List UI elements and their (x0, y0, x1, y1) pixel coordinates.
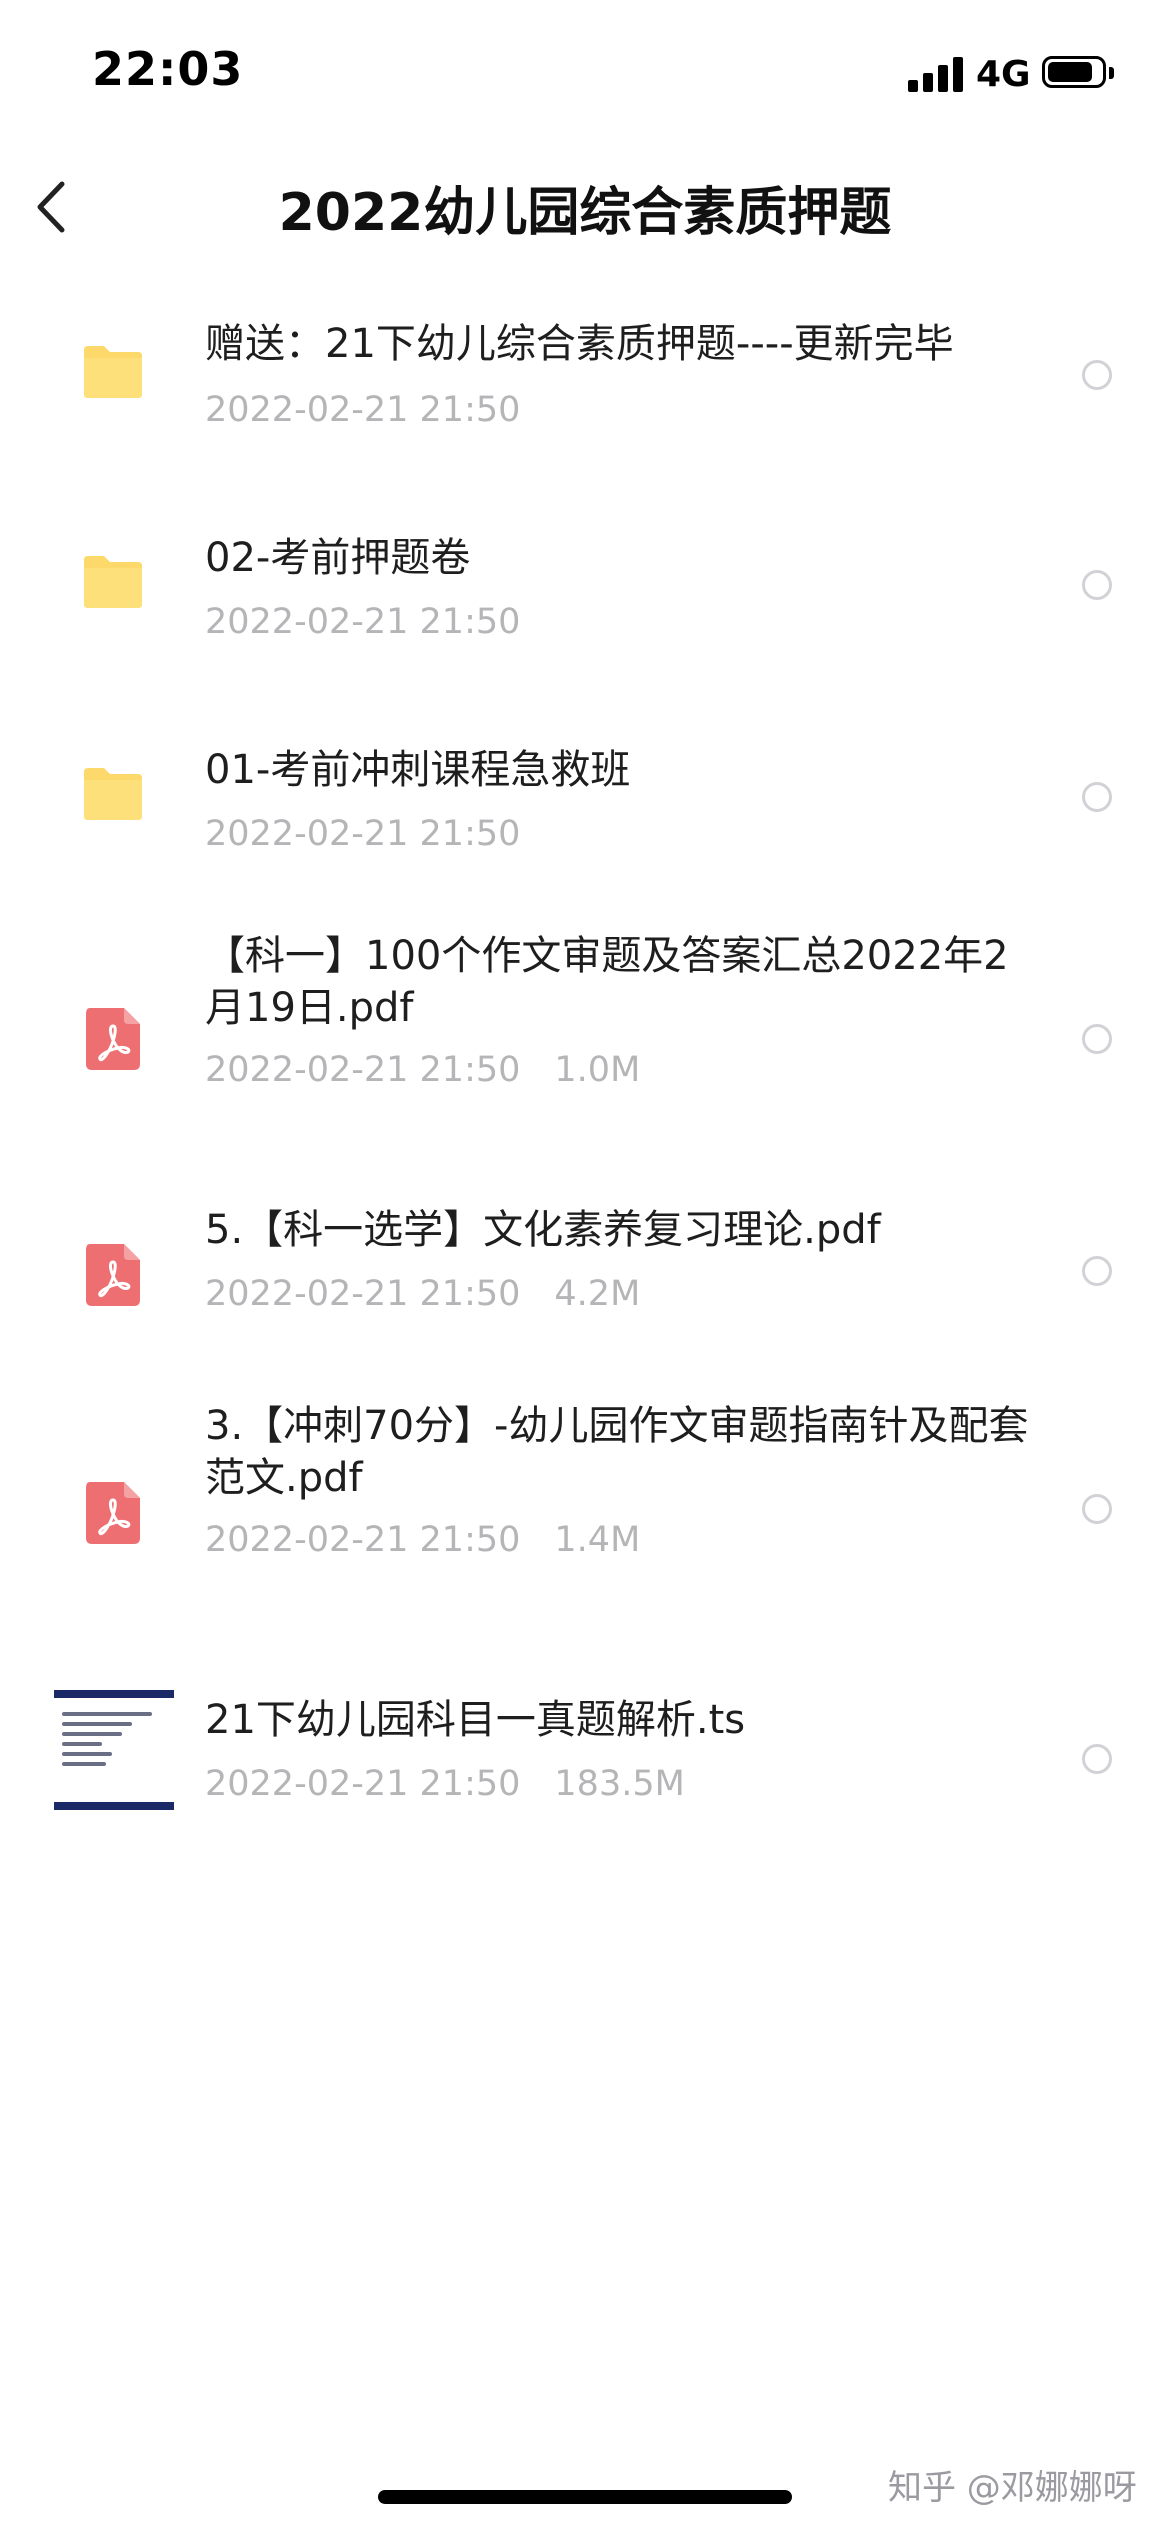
pdf-file-icon (86, 1482, 140, 1544)
video-thumbnail (54, 1690, 174, 1810)
file-size: 1.0M (554, 1050, 641, 1090)
file-meta: 2022-02-21 21:50 1.4M (205, 1520, 640, 1560)
pdf-file-icon (86, 1244, 140, 1306)
battery-icon (1042, 56, 1118, 94)
file-meta: 2022-02-21 21:50 (205, 814, 520, 854)
file-meta: 2022-02-21 21:50 4.2M (205, 1274, 640, 1314)
file-name: 01-考前冲刺课程急救班 (205, 747, 631, 793)
status-bar: 22:03 4G (0, 0, 1170, 150)
list-item-pdf[interactable]: 【科一】100个作文审题及答案汇总2022年2月19日.pdf 2022-02-… (0, 933, 1170, 1150)
file-name: 赠送：21下幼儿综合素质押题----更新完毕 (205, 321, 954, 367)
select-radio[interactable] (1082, 1024, 1112, 1054)
file-size: 1.4M (554, 1520, 641, 1560)
folder-icon (84, 556, 142, 608)
file-name: 5.【科一选学】文化素养复习理论.pdf (205, 1207, 881, 1253)
list-item-pdf[interactable]: 3.【冲刺70分】-幼儿园作文审题指南针及配套范文.pdf 2022-02-21… (0, 1400, 1170, 1620)
file-date: 2022-02-21 21:50 (205, 602, 521, 642)
list-item-pdf[interactable]: 5.【科一选学】文化素养复习理论.pdf 2022-02-21 21:50 4.2… (0, 1170, 1170, 1370)
list-item-video[interactable]: 21下幼儿园科目一真题解析.ts 2022-02-21 21:50 183.5M (0, 1670, 1170, 1870)
file-name: 【科一】100个作文审题及答案汇总2022年2月19日.pdf (205, 933, 1009, 1031)
select-radio[interactable] (1082, 1744, 1112, 1774)
file-date: 2022-02-21 21:50 (205, 814, 521, 854)
file-size: 183.5M (554, 1764, 685, 1804)
file-name: 21下幼儿园科目一真题解析.ts (205, 1697, 746, 1743)
list-item-folder[interactable]: 赠送：21下幼儿综合素质押题----更新完毕 2022-02-21 21:50 (0, 290, 1170, 490)
file-date: 2022-02-21 21:50 (205, 1274, 521, 1314)
file-size: 4.2M (554, 1274, 641, 1314)
file-date: 2022-02-21 21:50 (205, 390, 521, 430)
list-item-folder[interactable]: 02-考前押题卷 2022-02-21 21:50 (0, 500, 1170, 700)
pdf-file-icon (86, 1008, 140, 1070)
select-radio[interactable] (1082, 570, 1112, 600)
select-radio[interactable] (1082, 782, 1112, 812)
file-meta: 2022-02-21 21:50 (205, 602, 520, 642)
file-date: 2022-02-21 21:50 (205, 1520, 521, 1560)
list-item-folder[interactable]: 01-考前冲刺课程急救班 2022-02-21 21:50 (0, 712, 1170, 912)
file-date: 2022-02-21 21:50 (205, 1050, 521, 1090)
file-meta: 2022-02-21 21:50 1.0M (205, 1050, 640, 1090)
folder-icon (84, 346, 142, 398)
select-radio[interactable] (1082, 360, 1112, 390)
cellular-signal-icon (908, 56, 964, 92)
folder-icon (84, 768, 142, 820)
select-radio[interactable] (1082, 1256, 1112, 1286)
nav-header: 2022幼儿园综合素质押题 (0, 150, 1170, 270)
file-meta: 2022-02-21 21:50 183.5M (205, 1764, 685, 1804)
watermark: 知乎 @邓娜娜呀 (888, 2468, 1137, 2508)
file-name: 02-考前押题卷 (205, 535, 471, 581)
file-name: 3.【冲刺70分】-幼儿园作文审题指南针及配套范文.pdf (205, 1403, 1029, 1501)
home-indicator[interactable] (378, 2490, 792, 2504)
select-radio[interactable] (1082, 1494, 1112, 1524)
file-date: 2022-02-21 21:50 (205, 1764, 521, 1804)
network-type: 4G (976, 54, 1031, 95)
status-time: 22:03 (92, 42, 244, 96)
page-title: 2022幼儿园综合素质押题 (278, 183, 892, 243)
file-meta: 2022-02-21 21:50 (205, 390, 520, 430)
